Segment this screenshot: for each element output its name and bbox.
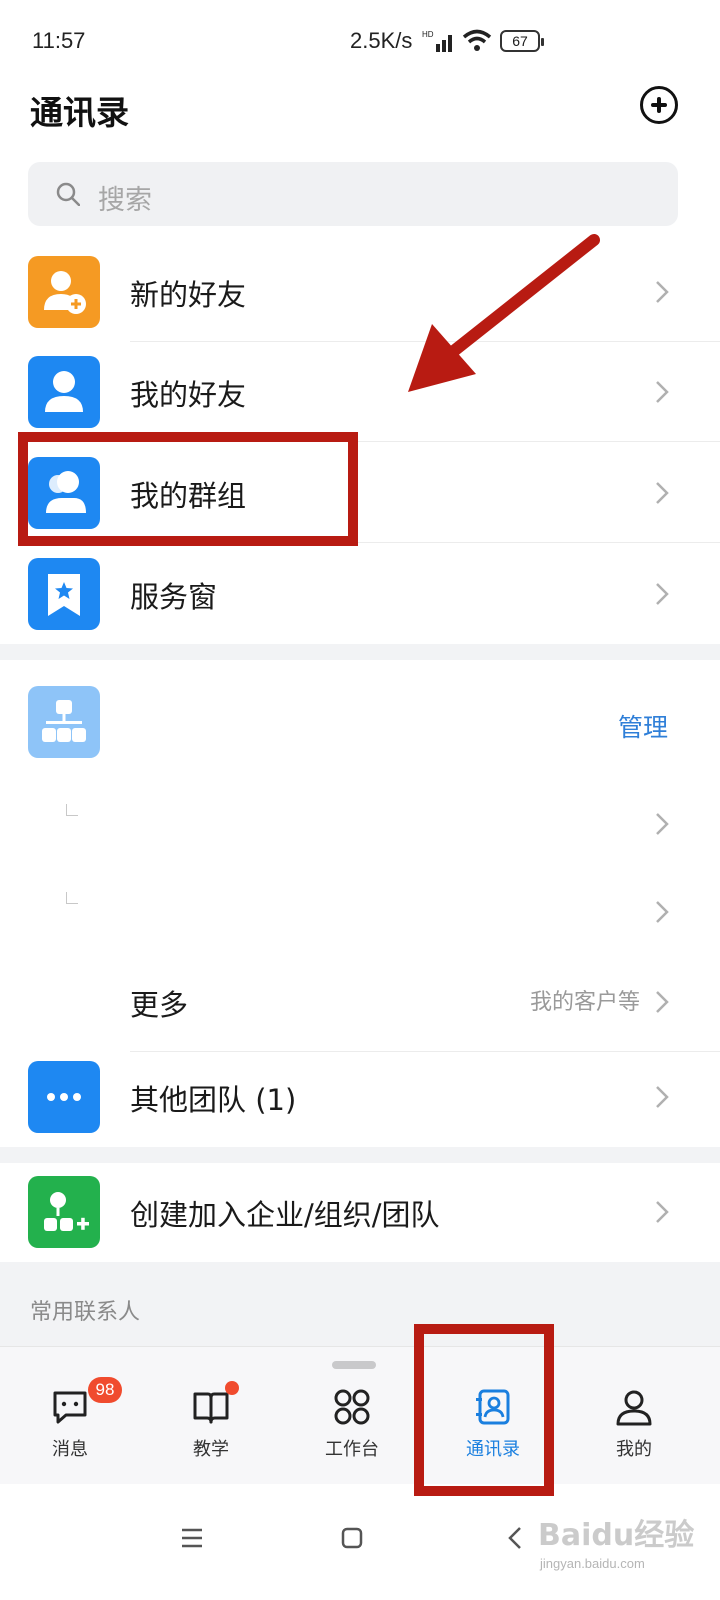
list-item-other-teams[interactable]: 其他团队 (1) (0, 1047, 720, 1147)
list-item-more[interactable]: 更多 我的客户等 (0, 952, 720, 1052)
back-icon[interactable] (496, 1518, 536, 1558)
search-placeholder: 搜索 (98, 185, 152, 216)
more-subtext: 我的客户等 (529, 990, 640, 1015)
org-add-icon (28, 1176, 100, 1248)
more-dots-icon (28, 1061, 100, 1133)
tab-label: 工作台 (325, 1439, 379, 1460)
tab-label: 我的 (616, 1439, 652, 1460)
home-icon[interactable] (332, 1518, 372, 1558)
bookmark-star-icon (28, 558, 100, 630)
tab-me[interactable]: 我的 (574, 1377, 694, 1467)
chevron-right-icon (656, 381, 669, 403)
notification-dot (225, 1381, 239, 1395)
org-sub-item[interactable] (0, 862, 720, 962)
profile-icon (616, 1390, 652, 1426)
chevron-right-icon (656, 583, 669, 605)
list-item-label: 创建加入企业/组织/团队 (130, 1198, 440, 1232)
page-title: 通讯录 (30, 93, 129, 132)
menu-icon[interactable] (172, 1518, 212, 1558)
drag-handle[interactable] (332, 1361, 376, 1369)
bottom-tab-bar: 98 消息 教学 工作台 通讯录 我的 (0, 1346, 720, 1484)
chevron-right-icon (656, 1201, 669, 1223)
battery-indicator: 67 (500, 30, 544, 52)
tab-label: 消息 (52, 1439, 88, 1460)
chevron-right-icon (656, 813, 669, 835)
tab-messages[interactable]: 98 消息 (10, 1377, 130, 1467)
tab-workbench[interactable]: 工作台 (292, 1377, 412, 1467)
book-icon (193, 1392, 229, 1424)
add-contact-icon (28, 256, 100, 328)
status-time: 11:57 (32, 28, 86, 53)
frequent-contacts-label: 常用联系人 (30, 1300, 141, 1325)
wifi-icon (462, 29, 492, 51)
search-input[interactable]: 搜索 (28, 162, 678, 226)
list-item-label: 更多 (130, 988, 189, 1022)
list-item-label: 我的好友 (130, 378, 247, 412)
add-button[interactable] (640, 86, 678, 124)
highlight-box-my-groups (18, 432, 358, 546)
unread-badge: 98 (88, 1377, 122, 1403)
chevron-right-icon (656, 991, 669, 1013)
list-item-label: 其他团队 (1) (130, 1083, 297, 1117)
tab-teaching[interactable]: 教学 (151, 1377, 271, 1467)
chevron-right-icon (656, 281, 669, 303)
list-item-label: 新的好友 (130, 278, 247, 312)
svg-text:HD: HD (422, 30, 434, 39)
list-item-create-join-org[interactable]: 创建加入企业/组织/团队 (0, 1162, 720, 1262)
manage-link[interactable]: 管理 (618, 708, 668, 744)
status-bar: 11:57 2.5K/s HD 67 (0, 0, 720, 80)
search-icon (56, 182, 80, 206)
list-item-label: 服务窗 (130, 580, 218, 614)
highlight-box-contacts-tab (414, 1324, 554, 1496)
tree-branch-icon (66, 804, 78, 816)
org-chart-icon (28, 686, 100, 758)
signal-icon: HD (422, 30, 452, 52)
org-sub-item[interactable] (0, 774, 720, 874)
person-icon (28, 356, 100, 428)
chevron-right-icon (656, 482, 669, 504)
baidu-watermark: Baidu经验 jingyan.baidu.com (538, 1500, 694, 1590)
annotation-arrow-icon (408, 234, 600, 392)
watermark-url: jingyan.baidu.com (540, 1556, 645, 1571)
section-gap (0, 644, 720, 660)
chevron-right-icon (656, 901, 669, 923)
message-icon (53, 1391, 87, 1424)
org-header (0, 672, 720, 772)
network-speed: 2.5K/s (350, 28, 413, 53)
watermark-logo: Baidu经验 (538, 1518, 695, 1553)
section-gap (0, 1147, 720, 1163)
list-item-service-window[interactable]: 服务窗 (0, 544, 720, 644)
tab-label: 教学 (193, 1439, 229, 1460)
chevron-right-icon (656, 1086, 669, 1108)
workbench-icon (334, 1389, 370, 1425)
tree-branch-icon (66, 892, 78, 904)
